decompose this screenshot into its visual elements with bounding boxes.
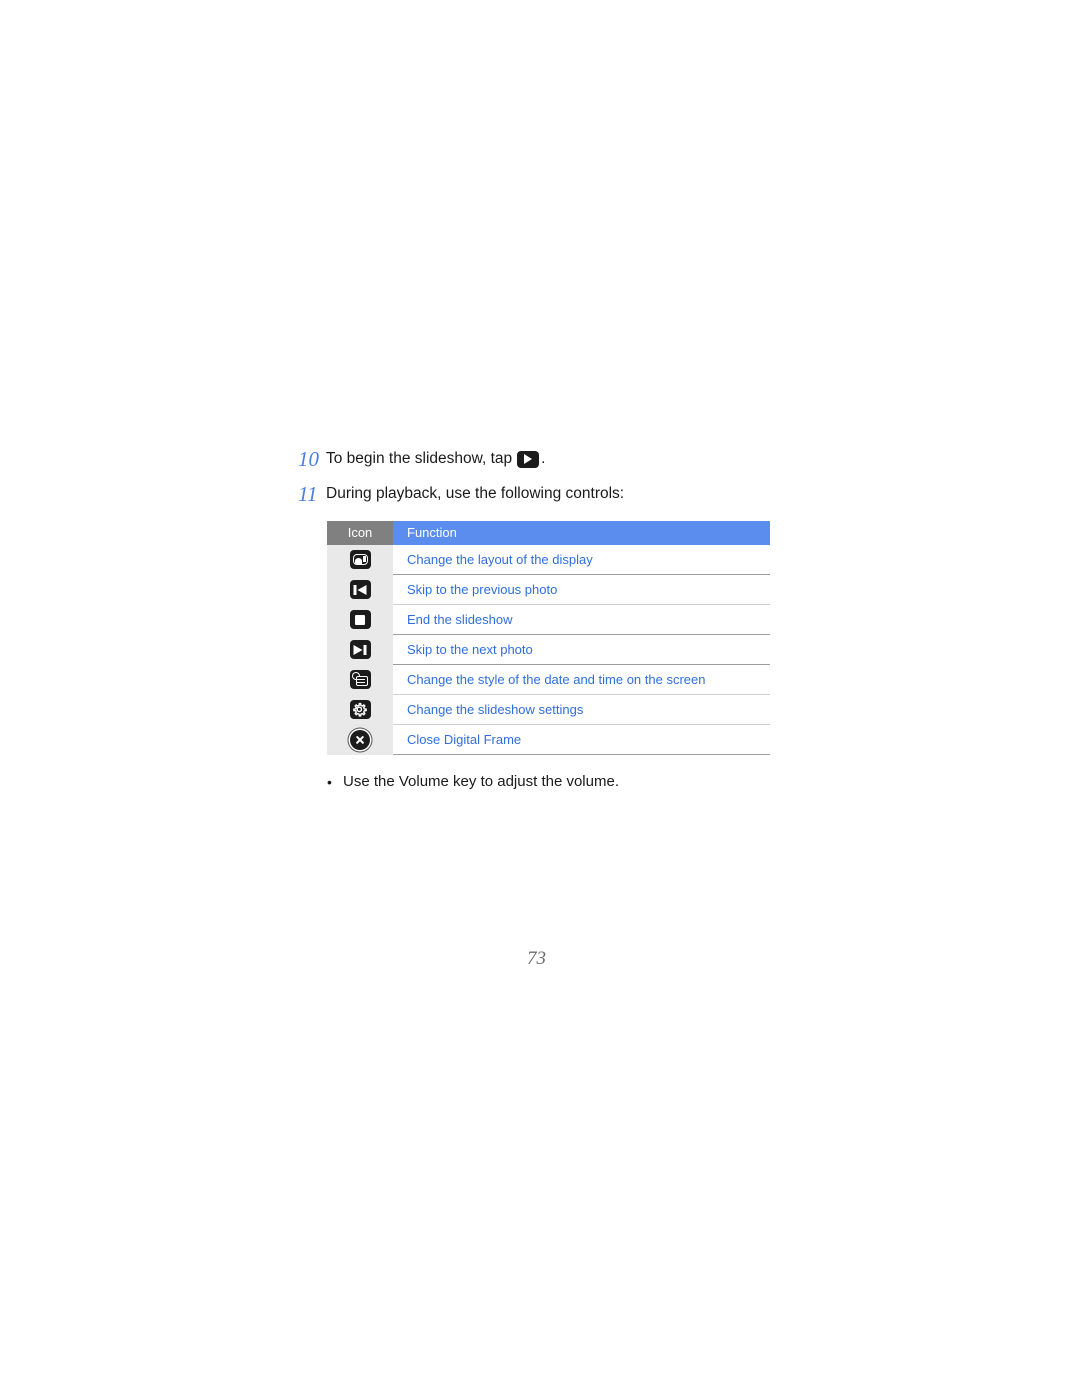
icon-cell [327, 604, 393, 635]
step-text-before: During playback, use the following contr… [326, 485, 625, 502]
manual-page: 10 To begin the slideshow, tap . 11 Duri… [0, 0, 1080, 1397]
page-number: 73 [527, 948, 546, 969]
table-body: Change the layout of the display Skip to… [327, 545, 770, 755]
function-cell: Close Digital Frame [393, 724, 770, 755]
table-row: Skip to the next photo [327, 634, 770, 665]
icon-cell [327, 634, 393, 665]
bullet-marker: • [327, 774, 332, 790]
skip-previous-icon [349, 580, 371, 599]
step-number: 10 [298, 447, 319, 471]
step-text: To begin the slideshow, tap . [326, 448, 545, 470]
function-cell: End the slideshow [393, 604, 770, 635]
header-function: Function [393, 521, 770, 545]
function-cell: Change the slideshow settings [393, 694, 770, 725]
skip-previous-glyph-icon [353, 584, 367, 595]
step-text-before: To begin the slideshow, tap [326, 450, 513, 467]
function-cell: Change the layout of the display [393, 545, 770, 575]
close-circle-icon [350, 729, 370, 750]
display-layout-glyph-icon [352, 554, 368, 566]
table-row: End the slideshow [327, 604, 770, 635]
skip-next-glyph-icon [353, 644, 367, 655]
function-cell: Change the style of the date and time on… [393, 664, 770, 695]
bullet-text: Use the Volume key to adjust the volume. [343, 773, 619, 790]
table-row: Skip to the previous photo [327, 574, 770, 605]
playback-controls-table: Icon Function Change the layout of the d… [327, 521, 770, 755]
play-triangle-icon [524, 454, 533, 464]
icon-cell [327, 574, 393, 605]
table-row: Change the slideshow settings [327, 694, 770, 725]
step-10: 10 To begin the slideshow, tap . [298, 448, 818, 470]
function-cell: Skip to the next photo [393, 634, 770, 665]
close-x-glyph-icon [353, 733, 367, 747]
stop-icon [349, 610, 371, 629]
icon-cell [327, 694, 393, 725]
header-icon: Icon [327, 521, 393, 545]
stop-square-glyph-icon [355, 614, 365, 625]
table-row: Change the layout of the display [327, 545, 770, 575]
icon-cell [327, 545, 393, 575]
table-row: Change the style of the date and time on… [327, 664, 770, 695]
date-time-glyph-icon [350, 670, 371, 689]
play-icon [517, 450, 540, 468]
gear-glyph-icon [352, 702, 368, 718]
date-time-icon [349, 670, 371, 689]
step-text: During playback, use the following contr… [326, 483, 624, 505]
settings-gear-icon [349, 700, 371, 719]
table-row: Close Digital Frame [327, 724, 770, 755]
step-text-after: . [541, 450, 546, 467]
step-11: 11 During playback, use the following co… [298, 483, 818, 505]
volume-note: • Use the Volume key to adjust the volum… [327, 772, 619, 792]
icon-cell [327, 664, 393, 695]
skip-next-icon [349, 640, 371, 659]
function-cell: Skip to the previous photo [393, 574, 770, 605]
display-layout-icon [349, 550, 371, 570]
instruction-steps: 10 To begin the slideshow, tap . 11 Duri… [298, 448, 818, 518]
table-header: Icon Function [327, 521, 770, 545]
step-number: 11 [298, 482, 318, 506]
table-header-row: Icon Function [327, 521, 770, 545]
icon-cell [327, 724, 393, 755]
